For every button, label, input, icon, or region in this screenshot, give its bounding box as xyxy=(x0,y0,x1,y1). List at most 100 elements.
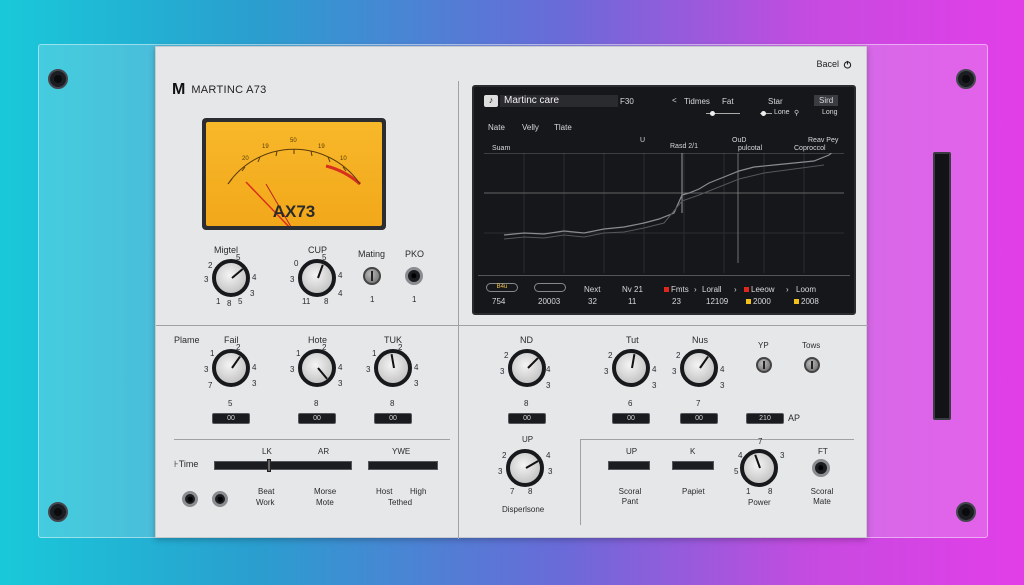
power-icon[interactable] xyxy=(843,60,852,69)
section-divider xyxy=(580,439,581,525)
section-divider xyxy=(458,81,459,539)
fail-readout[interactable]: 00 xyxy=(212,413,250,424)
knob-mark: 1 xyxy=(210,349,215,358)
loom-value: 2008 xyxy=(794,297,819,306)
screw-icon xyxy=(956,69,976,89)
caption: Host xyxy=(376,487,393,496)
knob-mark: 1 xyxy=(216,297,221,306)
slider-label: AR xyxy=(318,447,330,456)
tut-readout[interactable]: 00 xyxy=(612,413,650,424)
lorall-item[interactable]: Lorall xyxy=(702,285,722,294)
knob-mark: 4 xyxy=(252,273,257,282)
ft-jack[interactable] xyxy=(812,459,830,477)
papiet-switch[interactable] xyxy=(672,461,714,470)
preset-control[interactable]: Bacel xyxy=(816,59,852,69)
vu-title: AX73 xyxy=(272,202,316,221)
hote-readout[interactable]: 00 xyxy=(298,413,336,424)
input-jack[interactable] xyxy=(182,491,198,507)
tuk-knob[interactable] xyxy=(374,349,412,387)
knob-label: Nus xyxy=(692,335,709,345)
up-label: UP xyxy=(522,435,534,444)
footer-label: Nv 21 xyxy=(622,285,643,294)
caption: Morse xyxy=(314,487,337,496)
knob-mark: 4 xyxy=(652,365,657,374)
nus-readout[interactable]: 00 xyxy=(680,413,718,424)
search-icon[interactable]: ⚲ xyxy=(794,109,799,117)
footer-pill[interactable]: B4u xyxy=(486,283,518,292)
scoral-pant-switch[interactable] xyxy=(608,461,650,470)
knob-mark: 3 xyxy=(672,367,677,376)
slider-thumb[interactable] xyxy=(267,459,271,472)
knob-mark: 2 xyxy=(398,343,403,352)
knob-mark: 3 xyxy=(290,365,295,374)
jack-label: FT xyxy=(818,447,828,456)
plugin-panel: M MARTINC A73 Bacel 20 19 50 19 10 AX73 … xyxy=(155,46,868,539)
mating-toggle[interactable] xyxy=(363,267,381,285)
next-button[interactable]: Next xyxy=(584,285,600,294)
menu-sird[interactable]: Sird xyxy=(814,95,839,106)
hote-knob[interactable] xyxy=(298,349,336,387)
nav-prev-button[interactable]: < xyxy=(672,96,677,105)
knob-mark: 3 xyxy=(366,365,371,374)
knob-mark: 7 xyxy=(510,487,515,496)
tab-velly[interactable]: Velly xyxy=(522,123,539,132)
fmts-item[interactable]: Fmts xyxy=(664,285,689,294)
slider-dot xyxy=(710,111,715,116)
graph-label: Suam xyxy=(492,145,511,152)
knob-mark: 2 xyxy=(322,343,327,352)
knob-mark: 2 xyxy=(236,343,241,352)
section-label: Plame xyxy=(174,335,200,345)
footer-pill[interactable] xyxy=(534,283,566,292)
pko-jack[interactable] xyxy=(405,267,423,285)
tows-toggle[interactable] xyxy=(804,357,820,373)
migtel-knob[interactable] xyxy=(212,259,250,297)
disperlsone-knob[interactable] xyxy=(506,449,544,487)
loom-item[interactable]: Loom xyxy=(796,285,816,294)
power-knob[interactable] xyxy=(740,449,778,487)
slider-label: YWE xyxy=(392,447,411,456)
arrow-icon: › xyxy=(694,285,697,294)
nus-knob[interactable] xyxy=(680,349,718,387)
menu-tidmes[interactable]: Tidmes xyxy=(684,97,710,106)
output-jack[interactable] xyxy=(212,491,228,507)
tab-tlate[interactable]: Tlate xyxy=(554,123,572,132)
knob-mark: 8 xyxy=(227,299,232,308)
cup-knob[interactable] xyxy=(298,259,336,297)
knob-mark: 5 xyxy=(236,253,241,262)
nd-knob[interactable] xyxy=(508,349,546,387)
caption: Scoral Mate xyxy=(810,487,834,506)
tuk-readout[interactable]: 00 xyxy=(374,413,412,424)
knob-mark: 7 xyxy=(758,437,763,446)
tab-nate[interactable]: Nate xyxy=(488,123,505,132)
track-name[interactable]: Martinc care xyxy=(500,95,618,107)
knob-mark: 3 xyxy=(548,467,553,476)
knob-label: Tut xyxy=(626,335,639,345)
ap-readout[interactable]: 210 xyxy=(746,413,784,424)
knob-mark: 8 xyxy=(768,487,773,496)
display-divider xyxy=(478,275,850,276)
knob-mark: 2 xyxy=(208,261,213,270)
graph-label: Reav Pey xyxy=(808,137,839,144)
slider-dot xyxy=(761,111,766,116)
note-icon[interactable]: ♪ xyxy=(484,95,498,107)
leeow-item[interactable]: Leeow xyxy=(744,285,775,294)
menu-star[interactable]: Star xyxy=(768,97,783,106)
ywe-slider[interactable] xyxy=(368,461,438,470)
screw-icon xyxy=(48,502,68,522)
knob-mark: 11 xyxy=(302,297,311,306)
logo-mark: M xyxy=(172,81,186,98)
knob-mark: 3 xyxy=(498,467,503,476)
section-divider xyxy=(580,439,854,440)
tut-knob[interactable] xyxy=(612,349,650,387)
plugin-title: MARTINC A73 xyxy=(191,84,267,96)
nd-readout[interactable]: 00 xyxy=(508,413,546,424)
time-slider[interactable] xyxy=(214,459,352,472)
knob-mark: 6 xyxy=(628,399,633,408)
footer-value: 11 xyxy=(628,297,637,306)
yp-toggle[interactable] xyxy=(756,357,772,373)
knob-mark: 2 xyxy=(504,351,509,360)
toggle-label: Mating xyxy=(358,249,386,259)
menu-fat[interactable]: Fat xyxy=(722,97,734,106)
fail-knob[interactable] xyxy=(212,349,250,387)
waveform-graph xyxy=(484,153,844,273)
